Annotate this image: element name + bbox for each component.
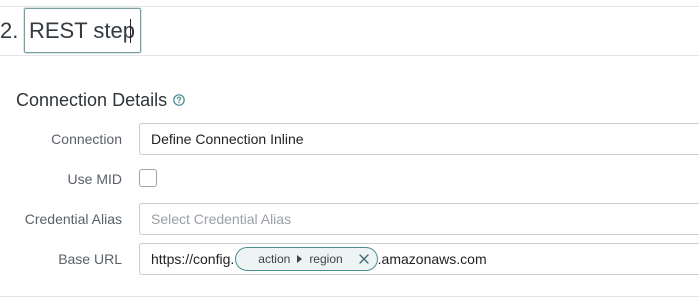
section-header: Connection Details xyxy=(16,88,185,112)
connection-select[interactable]: Define Connection Inline xyxy=(139,123,699,155)
use-mid-label: Use MID xyxy=(67,171,122,187)
section-title: Connection Details xyxy=(16,90,168,110)
close-icon[interactable] xyxy=(357,252,371,266)
text-cursor xyxy=(130,19,131,43)
credential-alias-label: Credential Alias xyxy=(24,211,122,227)
connection-label: Connection xyxy=(51,131,122,147)
step-number: 2. xyxy=(0,18,19,43)
step-name-input[interactable] xyxy=(24,8,141,53)
bottom-divider xyxy=(0,296,699,297)
caret-right-icon xyxy=(297,255,303,263)
credential-alias-select[interactable]: Select Credential Alias xyxy=(139,203,699,235)
pill-segment-region: region xyxy=(309,252,343,266)
section-divider xyxy=(0,55,699,56)
pill-segment-action: action xyxy=(258,252,291,266)
help-icon[interactable] xyxy=(173,94,185,106)
top-divider xyxy=(0,0,699,7)
base-url-suffix: .amazonaws.com xyxy=(377,251,487,267)
base-url-prefix: https://config. xyxy=(151,251,235,267)
rest-step-config-panel: 2. Connection Details Connection Define … xyxy=(0,0,699,303)
use-mid-checkbox[interactable] xyxy=(139,169,157,187)
variable-pill[interactable]: action region xyxy=(235,247,378,271)
base-url-input[interactable]: https://config. action region .amazonaws… xyxy=(139,243,699,275)
base-url-label: Base URL xyxy=(58,251,122,267)
